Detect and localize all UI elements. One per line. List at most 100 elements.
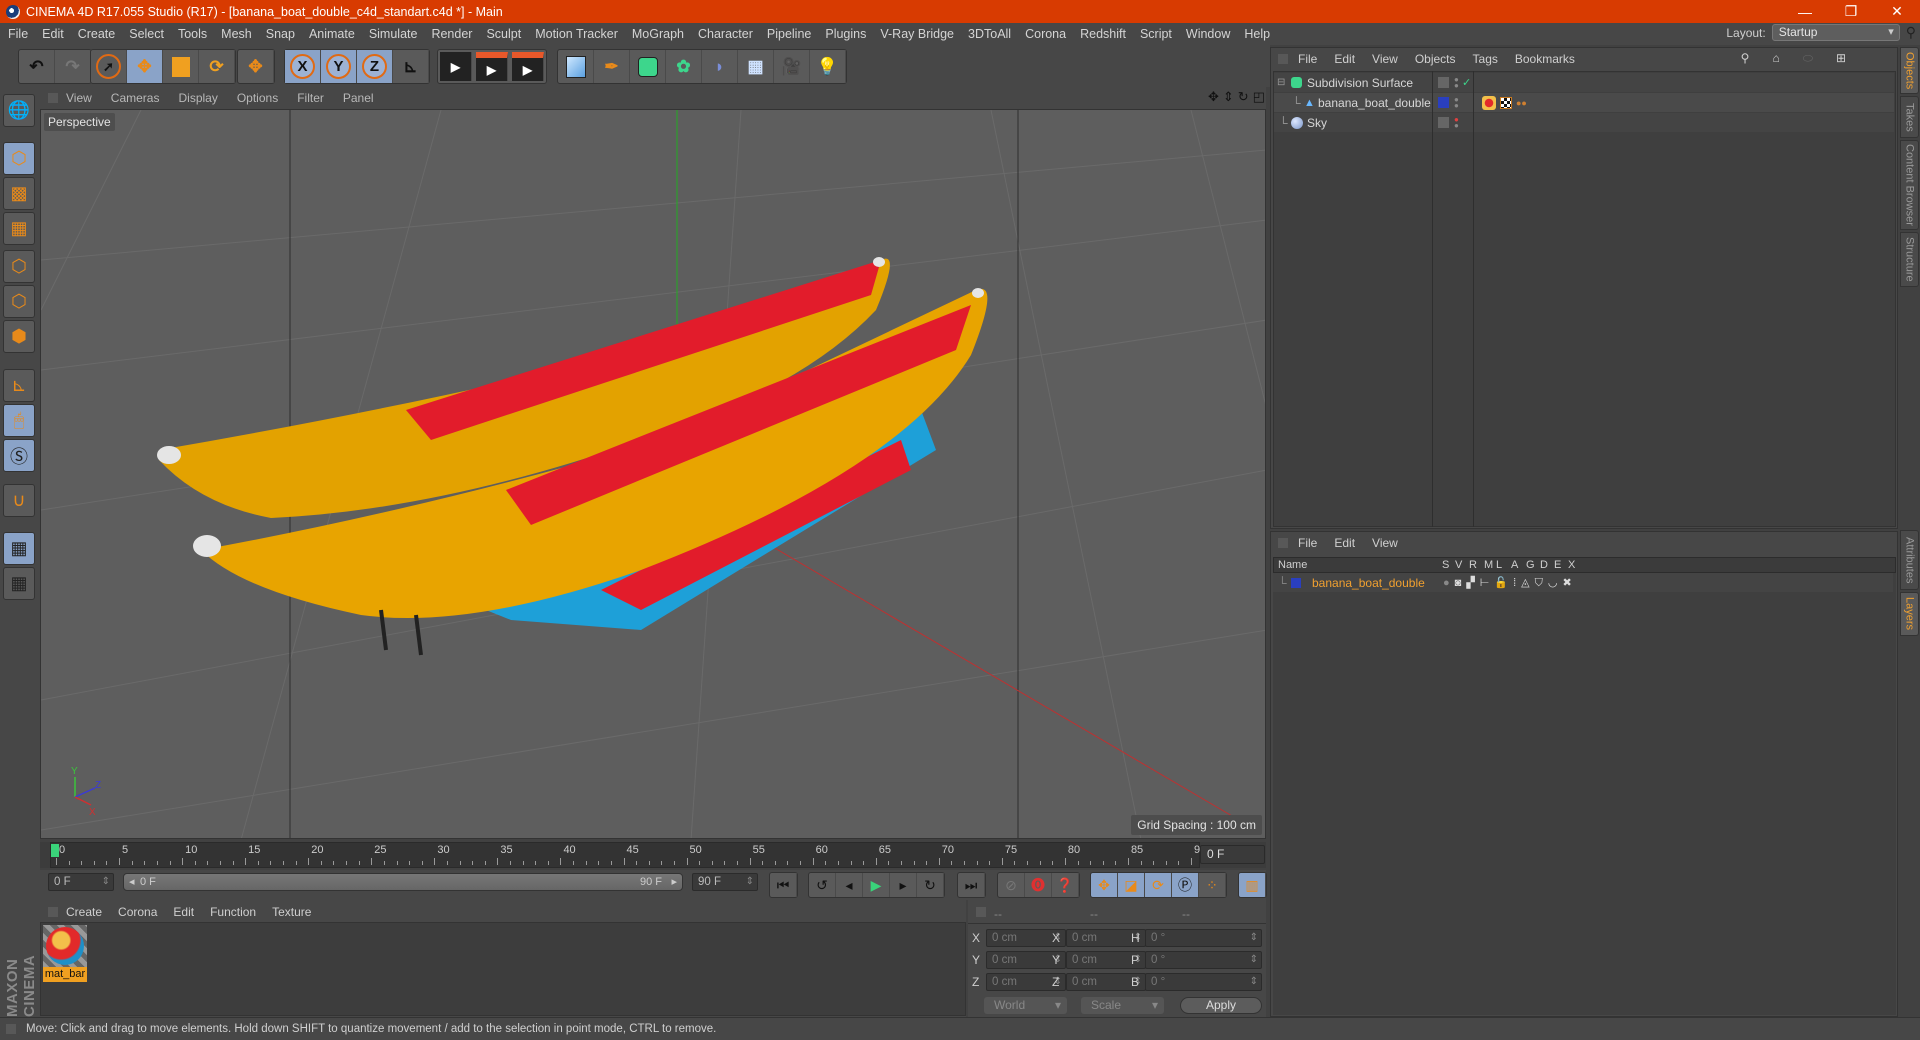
viewport-menu-options[interactable]: Options — [237, 91, 278, 105]
undo-icon[interactable]: ↶ — [19, 50, 55, 83]
preview-range-slider[interactable]: ◂ 0 F 90 F ▸ — [123, 873, 683, 891]
object-menu-file[interactable]: File — [1298, 52, 1317, 66]
menu-tools[interactable]: Tools — [178, 27, 207, 41]
layer-column-header[interactable]: V — [1455, 558, 1462, 572]
layer-toggles[interactable]: ●◙▞⊢🔓⁞◬⛉◡✖ — [1443, 576, 1577, 590]
layer-column-header[interactable]: S — [1442, 558, 1449, 572]
panel-grip[interactable] — [976, 907, 986, 917]
material-menu-create[interactable]: Create — [66, 905, 102, 919]
layer-row[interactable]: └ banana_boat_double ●◙▞⊢🔓⁞◬⛉◡✖ — [1273, 573, 1893, 592]
deformer-icon[interactable]: ◗ — [702, 50, 738, 83]
layer-slot[interactable] — [1438, 117, 1449, 128]
layout-dropdown[interactable]: Startup — [1771, 24, 1900, 41]
subdivision-icon[interactable] — [630, 50, 666, 83]
menu-create[interactable]: Create — [78, 27, 116, 41]
menu-motion-tracker[interactable]: Motion Tracker — [535, 27, 618, 41]
layer-column-header[interactable]: D — [1540, 558, 1548, 572]
coord-value-field[interactable]: 0 ° — [1145, 951, 1262, 969]
material-menu-function[interactable]: Function — [210, 905, 256, 919]
solo-icon[interactable]: Ⓢ — [3, 439, 35, 472]
material-name[interactable]: mat_bar — [43, 967, 87, 982]
panel-grip[interactable] — [1278, 54, 1288, 64]
timeline-icon[interactable]: ▥ — [1239, 873, 1266, 897]
tab-structure[interactable]: Structure — [1900, 232, 1919, 287]
select-icon[interactable]: ➚ — [91, 50, 127, 83]
layer-column-header[interactable]: G — [1526, 558, 1535, 572]
cloner-icon[interactable]: ✿ — [666, 50, 702, 83]
range-end-arrow[interactable]: ▸ — [671, 874, 677, 890]
menu-script[interactable]: Script — [1140, 27, 1172, 41]
coordinate-mode-dropdown[interactable]: World ▾ — [984, 997, 1067, 1014]
key-rotation-icon[interactable]: ⟳ — [1145, 873, 1172, 897]
motion-record-icon[interactable]: ⊘ — [998, 873, 1025, 897]
layer-color-swatch[interactable] — [1291, 577, 1301, 588]
cube-icon[interactable] — [558, 50, 594, 83]
object-menu-edit[interactable]: Edit — [1334, 52, 1355, 66]
start-frame-field[interactable]: 0 F — [48, 873, 114, 891]
visibility-dots[interactable]: ● ● — [1454, 115, 1459, 129]
3d-viewport[interactable]: Y Z X Perspective Grid Spacing : 100 cm — [40, 109, 1266, 839]
redo-icon[interactable]: ↷ — [55, 50, 91, 83]
texture-tag-icon[interactable] — [1482, 95, 1496, 110]
menu-animate[interactable]: Animate — [309, 27, 355, 41]
menu-file[interactable]: File — [8, 27, 28, 41]
close-button[interactable]: ✕ — [1874, 0, 1920, 23]
viewport-menu-filter[interactable]: Filter — [297, 91, 324, 105]
previous-key-icon[interactable]: ↺ — [809, 873, 836, 897]
floor-icon[interactable]: ▦ — [738, 50, 774, 83]
go-to-start-icon[interactable]: ⏮ — [770, 873, 797, 897]
end-frame-field[interactable]: 90 F — [692, 873, 758, 891]
axis-icon[interactable]: ⊾ — [3, 369, 35, 402]
object-row-sky[interactable]: └ Sky ● ● — [1274, 113, 1894, 132]
tweak-icon[interactable]: 🖱 — [3, 404, 35, 437]
next-key-icon[interactable]: ↻ — [917, 873, 944, 897]
rotate-icon[interactable]: ⟳ — [199, 50, 235, 83]
viewport-menu-panel[interactable]: Panel — [343, 91, 374, 105]
edges-mode-icon[interactable]: ⬡ — [3, 285, 35, 318]
coord-value-field[interactable]: 0 ° — [1145, 973, 1262, 991]
orbit-icon[interactable]: ↻ — [1238, 89, 1249, 105]
viewport-menu-view[interactable]: View — [66, 91, 92, 105]
layer-column-header[interactable]: E — [1554, 558, 1561, 572]
tab-content-browser[interactable]: Content Browser — [1900, 140, 1919, 230]
layer-name[interactable]: banana_boat_double — [1312, 576, 1425, 590]
maximize-icon[interactable]: ◰ — [1253, 89, 1265, 105]
material-menu-corona[interactable]: Corona — [118, 905, 157, 919]
menu-render[interactable]: Render — [431, 27, 472, 41]
viewport-menu-cameras[interactable]: Cameras — [111, 91, 160, 105]
collapse-icon[interactable]: ⊟ — [1277, 77, 1285, 88]
tab-objects[interactable]: Objects — [1900, 47, 1919, 94]
layer-slot[interactable] — [1438, 77, 1449, 88]
layer-menu-view[interactable]: View — [1372, 536, 1398, 550]
layer-column-header[interactable]: X — [1568, 558, 1575, 572]
layer-column-header[interactable]: A — [1511, 558, 1518, 572]
play-icon[interactable]: ▶ — [863, 873, 890, 897]
object-menu-objects[interactable]: Objects — [1415, 52, 1456, 66]
material-item[interactable]: mat_bar — [43, 925, 87, 982]
viewport-menu-display[interactable]: Display — [178, 91, 217, 105]
menu-corona[interactable]: Corona — [1025, 27, 1066, 41]
render-view-icon[interactable]: ▶ — [440, 52, 472, 81]
scale-icon[interactable] — [163, 50, 199, 83]
layer-menu-file[interactable]: File — [1298, 536, 1317, 550]
visibility-dots[interactable]: ● ● — [1454, 75, 1459, 89]
object-menu-bookmarks[interactable]: Bookmarks — [1515, 52, 1575, 66]
object-row-banana-boat-double[interactable]: └ ▲ banana_boat_double ● ● ●● — [1274, 93, 1894, 112]
z-axis-lock-button[interactable]: Z — [357, 50, 393, 83]
layer-column-header[interactable]: L — [1496, 558, 1502, 572]
workplane-mode-icon[interactable]: ▦ — [3, 212, 35, 245]
menu-mograph[interactable]: MoGraph — [632, 27, 684, 41]
dolly-icon[interactable]: ⇕ — [1223, 89, 1234, 105]
step-forward-icon[interactable]: ▸ — [890, 873, 917, 897]
material-menu-edit[interactable]: Edit — [173, 905, 194, 919]
new-window-icon[interactable]: ⊞ — [1836, 51, 1852, 65]
search-icon[interactable]: ⚲ — [1741, 51, 1756, 65]
playhead[interactable] — [51, 844, 59, 857]
menu-sculpt[interactable]: Sculpt — [486, 27, 521, 41]
step-back-icon[interactable]: ◂ — [836, 873, 863, 897]
key-parameter-icon[interactable]: Ⓟ — [1172, 873, 1199, 897]
panel-grip[interactable] — [48, 907, 58, 917]
menu-mesh[interactable]: Mesh — [221, 27, 252, 41]
menu-simulate[interactable]: Simulate — [369, 27, 418, 41]
menu-vray-bridge[interactable]: V-Ray Bridge — [880, 27, 954, 41]
